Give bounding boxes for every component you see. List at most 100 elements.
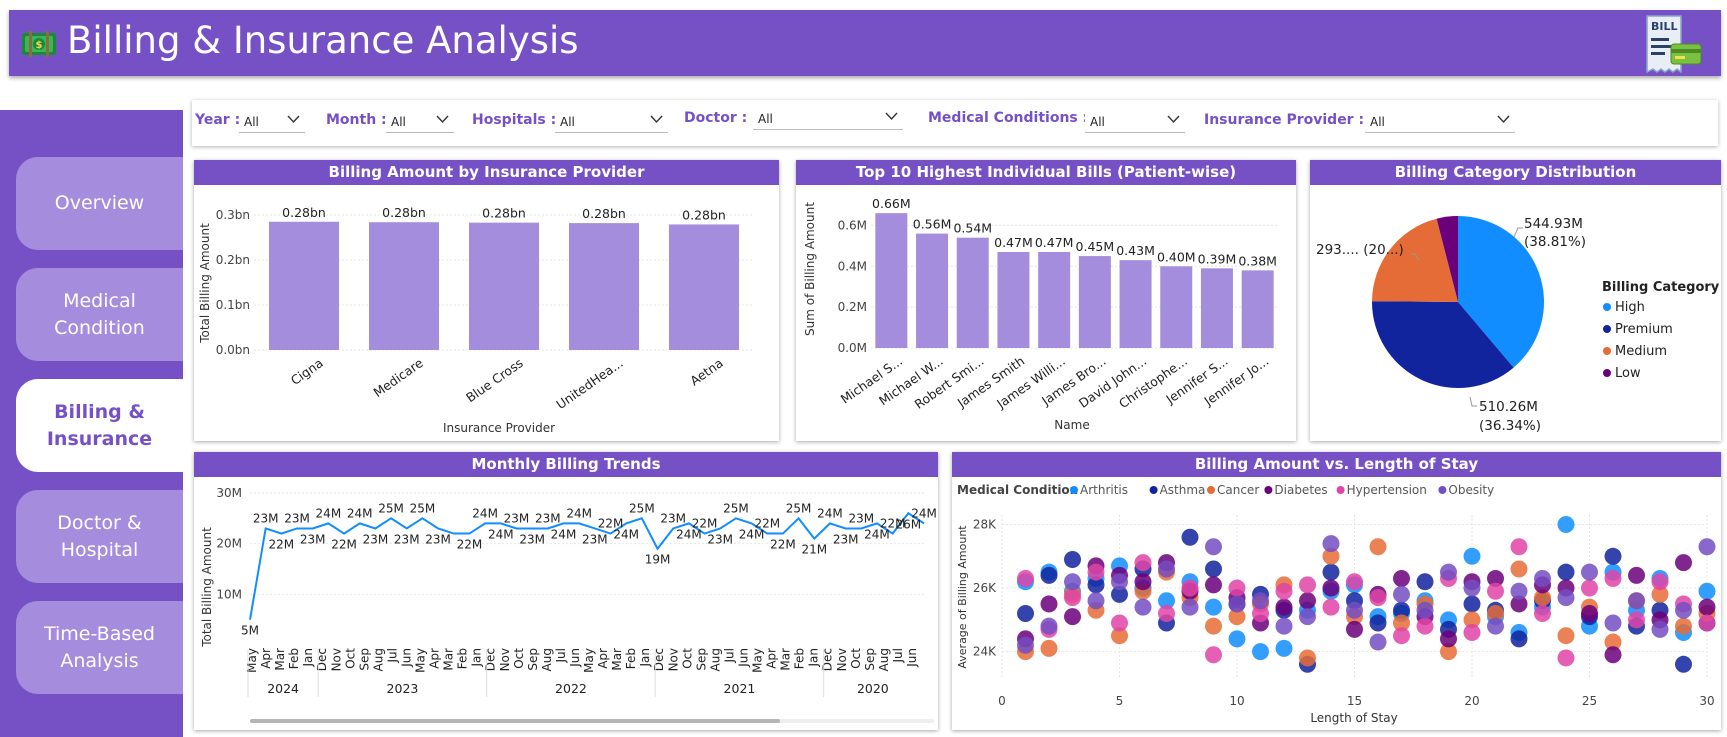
x-axis-title: Length of Stay: [1310, 711, 1397, 725]
scatter-point: [1581, 604, 1598, 622]
scatter-point: [1111, 614, 1128, 632]
month-tick-label: Jul: [554, 648, 568, 663]
month-tick-label: Feb: [793, 648, 807, 669]
scatter-point: [1534, 604, 1551, 622]
scatter-point: [1205, 538, 1222, 556]
point-label: 24M: [316, 506, 342, 520]
scatter-point: [1604, 614, 1622, 632]
scatter-point: [1369, 538, 1387, 556]
month-tick-label: Apr: [765, 648, 779, 669]
legend-item: Cancer: [1217, 483, 1259, 497]
data-label: 0.47M: [1035, 235, 1074, 250]
point-label: 24M: [551, 527, 577, 541]
scatter-point: [1087, 592, 1105, 610]
point-label: 23M: [535, 511, 561, 525]
scatter-point: [1275, 598, 1293, 616]
year-label: 2022: [555, 681, 587, 696]
point-label: 24M: [566, 506, 592, 520]
scatter-point: [1393, 585, 1410, 603]
scatter-point: [1134, 573, 1152, 591]
bar: [1078, 256, 1111, 348]
month-tick-label: Jun: [568, 648, 582, 668]
month-tick-label: Dec: [315, 648, 329, 671]
nav-medical-condition[interactable]: Medical Condition: [16, 268, 183, 361]
scatter-point: [1040, 639, 1058, 657]
scatter-point: [1064, 608, 1081, 626]
nav-billing-insurance[interactable]: Billing & Insurance: [16, 379, 183, 472]
x-tick-label: 25: [1582, 694, 1597, 708]
scatter-point: [1651, 573, 1669, 591]
point-label: 24M: [472, 506, 498, 520]
scatter-point: [1369, 589, 1387, 607]
y-tick-label: 0.2bn: [216, 253, 250, 267]
month-tick-label: May: [245, 648, 259, 673]
monthly-line-chart: 10M20M30MTotal Billing Amount 5M23M22M23M…: [200, 486, 937, 723]
category-chart-title: Billing Category Distribution: [1310, 160, 1721, 185]
bar: [1241, 270, 1274, 348]
scatter-point: [1463, 579, 1481, 597]
month-tick-label: Aug: [371, 648, 385, 671]
nav-overview[interactable]: Overview: [16, 157, 183, 250]
scrollbar-thumb: [250, 719, 780, 723]
hospitals-filter-value: All: [560, 115, 575, 129]
insurance-filter-select[interactable]: All: [1365, 108, 1515, 133]
y-axis-title: Sum of Billing Amount: [803, 202, 817, 336]
leader-line: [1513, 227, 1523, 238]
scatter-point: [1017, 570, 1034, 588]
scatter-point: [1604, 646, 1622, 664]
point-label: 25M: [378, 501, 404, 515]
insurance-filter-value: All: [1370, 115, 1385, 129]
point-label: 23M: [284, 511, 310, 525]
scatter-chart: Medical Condition Arthritis Asthma Cancer Di…: [956, 483, 1716, 725]
insurance-bar-chart: 0.0bn 0.1bn 0.2bn 0.3bn 0.28bn Cigna 0.28bn Med…: [198, 205, 754, 435]
scatter-point: [1463, 547, 1481, 565]
month-tick-label: Mar: [610, 648, 624, 671]
scatter-point: [1557, 516, 1575, 534]
nav-doctor-hospital[interactable]: Doctor & Hospital: [16, 490, 183, 583]
scatter-point: [1299, 649, 1316, 667]
scatter-point: [1698, 582, 1716, 600]
legend-item: Diabetes: [1274, 483, 1327, 497]
doctor-filter-select[interactable]: All: [753, 105, 903, 130]
bill-receipt-icon: BILL: [1646, 15, 1702, 74]
top10-chart-card: Top 10 Highest Individual Bills (Patient…: [796, 160, 1296, 441]
scatter-point: [1675, 655, 1692, 673]
conditions-filter-select[interactable]: All: [1085, 108, 1185, 133]
scatter-point: [1346, 620, 1363, 638]
chevron-down-icon: [1497, 115, 1510, 124]
slice-label-value: 293.... (20...): [1316, 242, 1404, 258]
x-tick-label: 10: [1229, 694, 1244, 708]
x-tick-label: 20: [1464, 694, 1479, 708]
scatter-chart-card: Billing Amount vs. Length of Stay Medica…: [952, 452, 1721, 730]
scatter-point: [1440, 630, 1457, 648]
legend-item: Hypertension: [1347, 483, 1427, 497]
scatter-point: [1698, 614, 1716, 632]
year-filter-select[interactable]: All: [239, 108, 305, 133]
month-tick-label: Jan: [638, 648, 652, 668]
point-label: 5M: [241, 624, 259, 638]
scatter-point: [1134, 598, 1152, 616]
y-tick-label: 0.0M: [838, 341, 867, 355]
month-tick-label: Jul: [891, 648, 905, 663]
y-tick-label: 0.3bn: [216, 208, 250, 222]
scatter-point: [1252, 592, 1269, 610]
month-tick-label: Apr: [428, 648, 442, 669]
month-tick-label: May: [751, 648, 765, 673]
scatter-point: [1393, 570, 1410, 588]
slice-label-value: 544.93M: [1524, 216, 1583, 232]
scatter-point: [1252, 643, 1269, 661]
hospitals-filter-select[interactable]: All: [555, 108, 668, 133]
nav-time-based-analysis[interactable]: Time-Based Analysis: [16, 601, 183, 694]
scatter-point: [1228, 579, 1246, 597]
svg-text:$: $: [36, 40, 43, 51]
series-line: [249, 511, 925, 620]
y-tick-label: 10M: [216, 587, 242, 601]
scatter-point: [1628, 592, 1645, 610]
x-axis-title: Name: [1054, 418, 1089, 432]
scatter-point: [1275, 639, 1293, 657]
data-label: 0.43M: [1116, 243, 1155, 258]
scatter-point: [1510, 560, 1528, 578]
month-tick-label: Aug: [708, 648, 722, 671]
data-label: 0.38M: [1238, 253, 1277, 268]
month-filter-select[interactable]: All: [386, 108, 454, 133]
